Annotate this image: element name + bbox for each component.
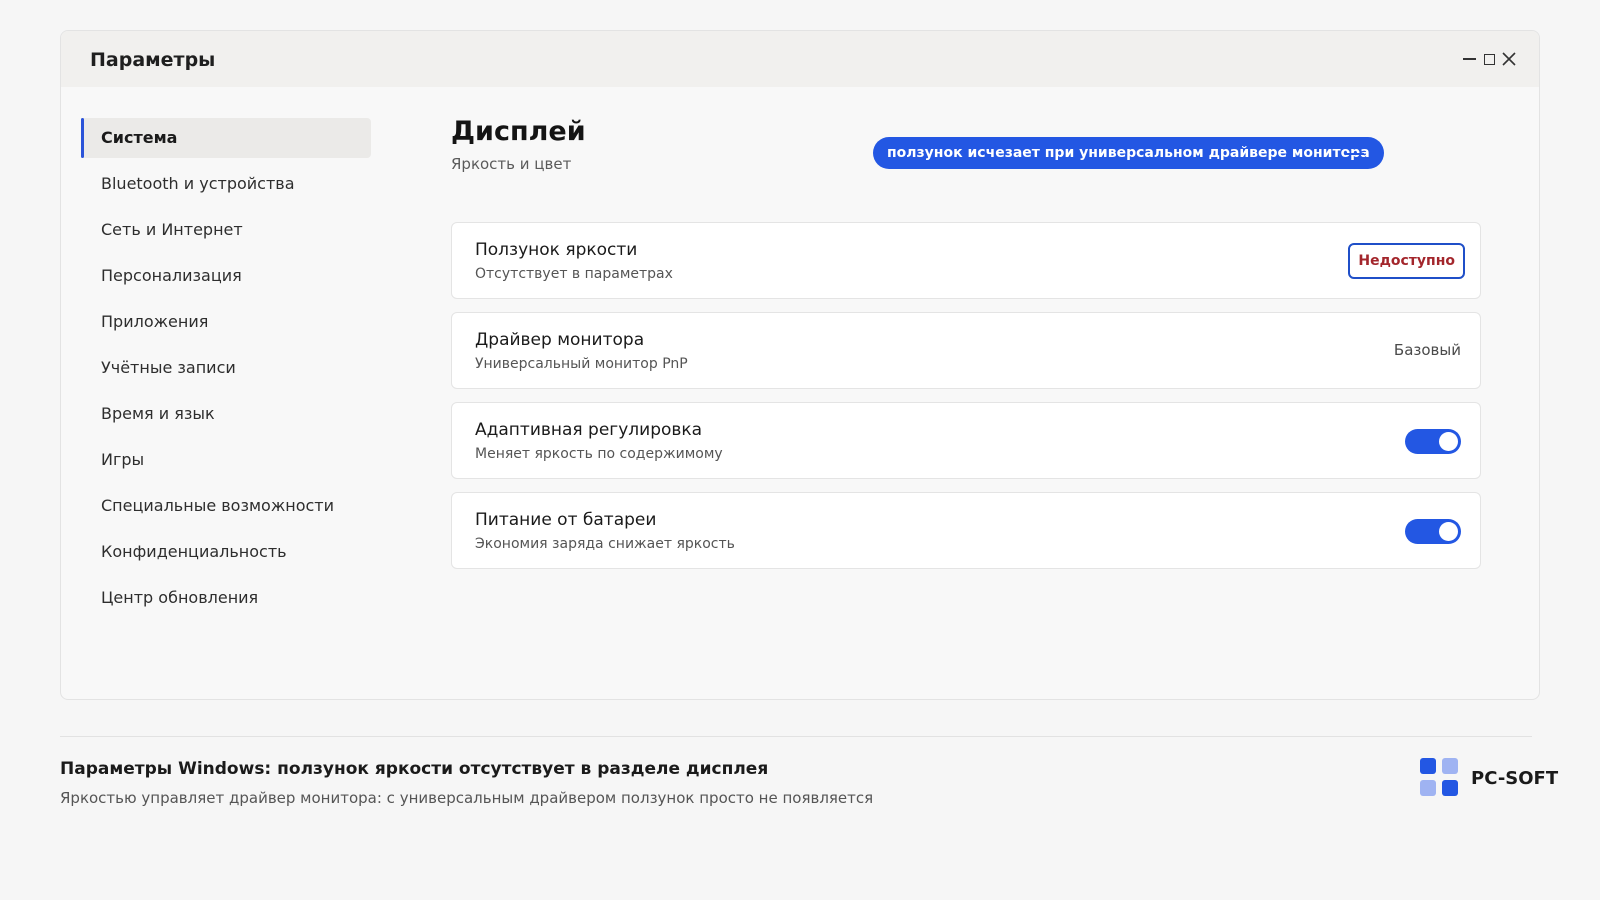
minimize-button[interactable] <box>1459 50 1479 68</box>
card-title: Драйвер монитора <box>475 330 645 350</box>
card-title: Адаптивная регулировка <box>475 420 703 440</box>
title-bar: Параметры <box>61 31 1539 87</box>
footer-title: Параметры Windows: ползунок яркости отсу… <box>60 759 769 779</box>
callout-annotation: ползунок исчезает при универсальном драй… <box>873 137 1384 169</box>
card-title: Питание от батареи <box>475 510 657 530</box>
callout-connector <box>1346 153 1364 155</box>
brand-logo: PC-SOFT <box>1420 758 1558 798</box>
maximize-button[interactable] <box>1479 50 1499 68</box>
card-description: Меняет яркость по содержимому <box>475 446 723 462</box>
brand-name: PC-SOFT <box>1471 767 1559 789</box>
brand-square <box>1420 758 1436 774</box>
brand-square <box>1442 758 1458 774</box>
battery-power-card: Питание от батареи Экономия заряда снижа… <box>451 492 1481 569</box>
window-controls <box>1459 50 1519 68</box>
card-description: Универсальный монитор PnP <box>475 356 688 372</box>
sidebar-item-privacy[interactable]: Конфиденциальность <box>81 532 371 572</box>
toggle-knob <box>1439 522 1458 541</box>
minimize-icon <box>1462 58 1476 60</box>
card-description: Экономия заряда снижает яркость <box>475 536 735 552</box>
card-title: Ползунок яркости <box>475 240 638 260</box>
unavailable-badge: Недоступно <box>1348 243 1465 279</box>
main-content: Дисплей Яркость и цвет ползунок исчезает… <box>451 115 1511 569</box>
sidebar-nav: Система Bluetooth и устройства Сеть и Ин… <box>81 118 371 624</box>
settings-window: Параметры Система Bluetooth и устройства… <box>60 30 1540 700</box>
footer-divider <box>60 736 1532 737</box>
sidebar-item-gaming[interactable]: Игры <box>81 440 371 480</box>
brand-square <box>1442 780 1458 796</box>
monitor-driver-card[interactable]: Драйвер монитора Универсальный монитор P… <box>451 312 1481 389</box>
app-title: Параметры <box>90 49 216 71</box>
sidebar-item-accessibility[interactable]: Специальные возможности <box>81 486 371 526</box>
driver-type-value: Базовый <box>1393 341 1461 359</box>
battery-brightness-toggle[interactable] <box>1405 519 1461 544</box>
toggle-knob <box>1439 432 1458 451</box>
close-icon <box>1502 52 1516 66</box>
sidebar-item-personalization[interactable]: Персонализация <box>81 256 371 296</box>
brand-mark-icon <box>1420 758 1460 798</box>
adaptive-brightness-card: Адаптивная регулировка Меняет яркость по… <box>451 402 1481 479</box>
adaptive-brightness-toggle[interactable] <box>1405 429 1461 454</box>
sidebar-item-system[interactable]: Система <box>81 118 371 158</box>
sidebar-item-apps[interactable]: Приложения <box>81 302 371 342</box>
sidebar-item-network[interactable]: Сеть и Интернет <box>81 210 371 250</box>
footer-subtitle: Яркостью управляет драйвер монитора: с у… <box>60 789 874 807</box>
sidebar-item-accounts[interactable]: Учётные записи <box>81 348 371 388</box>
card-description: Отсутствует в параметрах <box>475 266 673 282</box>
sidebar-item-update[interactable]: Центр обновления <box>81 578 371 618</box>
close-button[interactable] <box>1499 50 1519 68</box>
sidebar-item-time-language[interactable]: Время и язык <box>81 394 371 434</box>
sidebar-item-bluetooth[interactable]: Bluetooth и устройства <box>81 164 371 204</box>
maximize-icon <box>1483 53 1495 65</box>
brightness-slider-card: Ползунок яркости Отсутствует в параметра… <box>451 222 1481 299</box>
brand-square <box>1420 780 1436 796</box>
